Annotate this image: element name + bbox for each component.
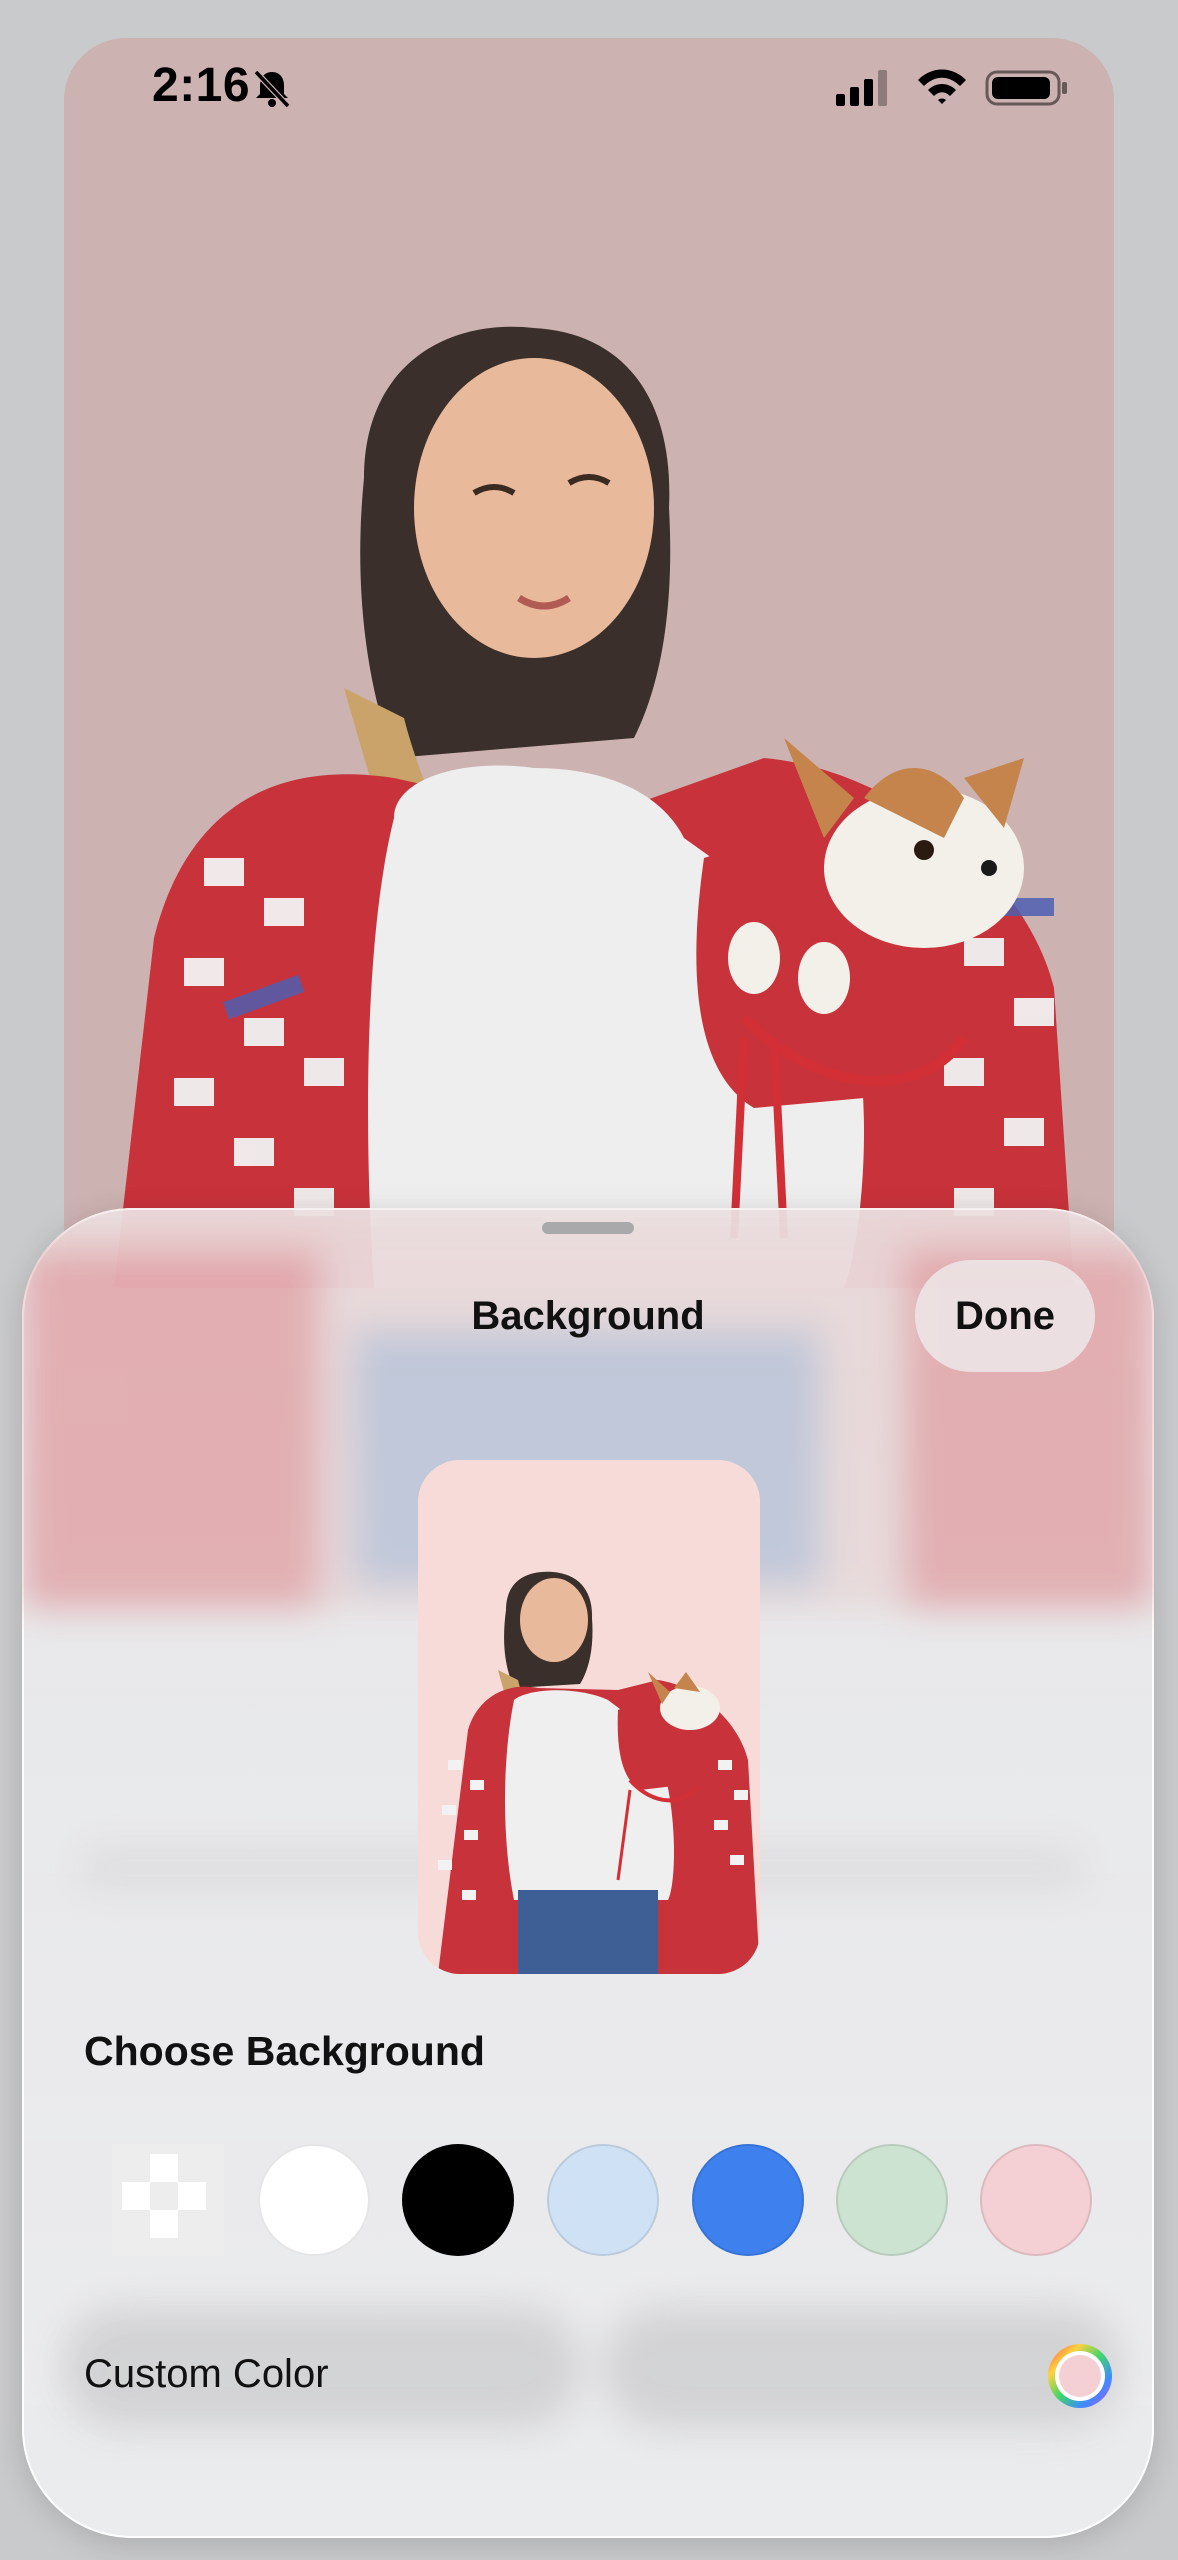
status-time: 2:16: [152, 59, 251, 112]
background-swatches: [92, 2144, 1092, 2262]
transparent-swatch[interactable]: [112, 2144, 224, 2256]
bell-slash-icon: [253, 69, 291, 109]
status-bar: 2:16: [64, 38, 1114, 138]
black-swatch[interactable]: [402, 2144, 514, 2256]
color-wheel-icon[interactable]: [1044, 2340, 1116, 2412]
subject-photo: [114, 326, 1074, 1288]
light-blue-swatch[interactable]: [547, 2144, 659, 2256]
choose-background-heading: Choose Background: [84, 2028, 485, 2074]
cellular-signal-icon: [836, 70, 887, 106]
background-sheet: Background Done Choose Background Custom…: [22, 1208, 1154, 2538]
photo-canvas: 2:16: [64, 38, 1114, 1288]
wifi-icon: [918, 69, 966, 104]
sheet-grabber[interactable]: [542, 1222, 634, 1234]
white-swatch[interactable]: [258, 2144, 370, 2256]
background-preview: [418, 1460, 760, 1974]
pink-swatch[interactable]: [980, 2144, 1092, 2256]
battery-icon: [985, 70, 1067, 106]
light-green-swatch[interactable]: [836, 2144, 948, 2256]
blue-swatch[interactable]: [692, 2144, 804, 2256]
done-button[interactable]: Done: [915, 1260, 1095, 1372]
screen: 2:16 Background Done Choose Background C…: [0, 0, 1178, 2560]
custom-color-label: Custom Color: [84, 2352, 329, 2396]
preview-photo: [418, 1460, 760, 1974]
custom-color-row[interactable]: Custom Color: [84, 2326, 1114, 2426]
